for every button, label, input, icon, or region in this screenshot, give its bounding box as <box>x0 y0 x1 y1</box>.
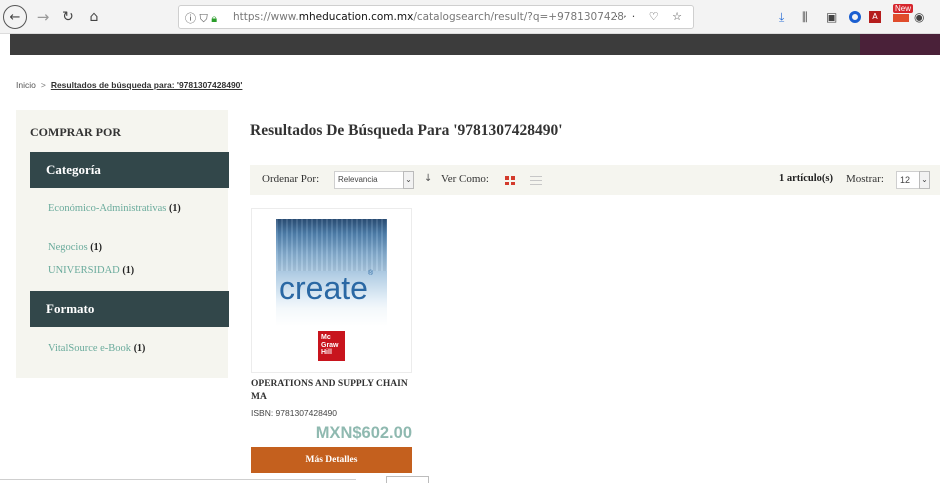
reload-icon: ↻ <box>62 9 74 25</box>
format-filter-header[interactable]: Formato <box>30 291 229 327</box>
lock-icon[interactable]: 🔒︎ <box>211 12 217 25</box>
bottom-partial-box <box>386 476 429 483</box>
cover-logo-text: create® <box>279 270 373 307</box>
url-text[interactable]: https://www.mheducation.com.mx/catalogse… <box>233 11 625 23</box>
filter-negocios[interactable]: Negocios (1) <box>48 240 102 255</box>
home-button[interactable]: ⌂ <box>84 6 104 28</box>
new-badge: New <box>893 4 914 13</box>
logo-line: Graw <box>321 341 339 349</box>
site-header <box>10 34 940 55</box>
extension-icon[interactable] <box>849 11 861 23</box>
chevron-down-icon[interactable]: ⌄ <box>919 171 930 189</box>
logo-line: Mc <box>321 334 331 341</box>
forward-arrow-icon: → <box>36 8 50 26</box>
info-icon[interactable]: ⓘ <box>185 12 196 25</box>
filter-count: (1) <box>169 203 181 214</box>
item-count: 1 artículo(s) <box>779 173 833 184</box>
breadcrumb: Inicio > Resultados de búsqueda para: '978… <box>16 80 242 90</box>
url-security-icons: ⓘ ⛉ 🔒︎ <box>185 10 217 26</box>
product-name[interactable]: OPERATIONS AND SUPPLY CHAIN MA <box>251 378 416 404</box>
new-extension-icon[interactable] <box>893 14 909 22</box>
product-isbn: ISBN: 9781307428490 <box>251 408 338 418</box>
filter-label: Económico-Administrativas <box>48 203 167 214</box>
breadcrumb-separator: > <box>40 80 46 90</box>
filter-universidad[interactable]: UNIVERSIDAD (1) <box>48 263 134 278</box>
show-label: Mostrar: <box>846 173 884 185</box>
breadcrumb-current[interactable]: Resultados de búsqueda para: '9781307428… <box>51 80 243 90</box>
filter-vitalsource-ebook[interactable]: VitalSource e-Book (1) <box>48 341 145 356</box>
cover-word: create <box>279 270 368 306</box>
product-card[interactable]: create® Mc Graw Hill <box>251 208 412 373</box>
filter-count: (1) <box>122 265 135 276</box>
home-icon: ⌂ <box>89 9 99 25</box>
url-prefix: https://www. <box>233 11 299 23</box>
filter-economico-administrativas[interactable]: Económico-Administrativas (1) <box>48 201 223 216</box>
results-toolbar: Ordenar Por: Relevancia ⌄ ↓ Ver Como: 1 … <box>250 165 940 195</box>
grid-view-icon[interactable] <box>505 176 515 185</box>
download-icon[interactable]: ⤓ <box>779 10 784 25</box>
sidebar-heading: COMPRAR POR <box>30 125 121 139</box>
filter-sidebar: COMPRAR POR Categoría Económico-Administ… <box>16 110 229 378</box>
details-button[interactable]: Más Detalles <box>251 447 412 473</box>
product-price: MXN$602.00 <box>315 424 412 442</box>
product-cover-image[interactable]: create® Mc Graw Hill <box>276 219 387 364</box>
cover-reg-mark: ® <box>367 270 374 277</box>
list-view-icon[interactable] <box>530 176 542 185</box>
sort-select[interactable]: Relevancia <box>334 171 414 189</box>
page-title: Resultados De Búsqueda Para '97813074284… <box>250 122 563 139</box>
publisher-logo: Mc Graw Hill <box>318 331 345 361</box>
sort-direction-icon[interactable]: ↓ <box>424 173 432 184</box>
account-icon[interactable]: ◉ <box>914 10 924 24</box>
back-button[interactable]: ← <box>3 5 27 29</box>
filter-label: VitalSource e-Book <box>48 343 132 354</box>
shield-icon[interactable]: ⛉ <box>200 12 208 25</box>
address-bar[interactable]: ⓘ ⛉ 🔒︎ https://www.mheducation.com.mx/ca… <box>178 5 694 29</box>
reload-button[interactable]: ↻ <box>58 6 78 28</box>
item-count-number: 1 artículo(s) <box>779 173 833 184</box>
sort-label: Ordenar Por: <box>262 173 320 185</box>
header-accent <box>860 34 940 55</box>
filter-label: Negocios <box>48 242 88 253</box>
cover-stripes <box>276 219 387 271</box>
view-label: Ver Como: <box>441 173 489 185</box>
url-domain: mheducation.com.mx <box>298 11 414 23</box>
category-filter-header[interactable]: Categoría <box>30 152 229 188</box>
chevron-down-icon[interactable]: ⌄ <box>403 171 414 189</box>
forward-button[interactable]: → <box>34 6 52 28</box>
bottom-partial-field <box>0 479 356 483</box>
library-icon[interactable]: ⫼ <box>802 10 808 25</box>
filter-count: (1) <box>90 242 102 253</box>
breadcrumb-home[interactable]: Inicio <box>16 80 36 90</box>
browser-toolbar: ← → ↻ ⌂ ⓘ ⛉ 🔒︎ https://www.mheducation.c… <box>0 0 940 34</box>
pdf-icon[interactable]: A <box>869 11 881 23</box>
filter-label: UNIVERSIDAD <box>48 265 120 276</box>
back-arrow-icon: ← <box>9 9 21 25</box>
filter-count: (1) <box>133 343 146 354</box>
sidebar-icon[interactable]: ▣ <box>826 10 837 24</box>
logo-line: Hill <box>321 349 332 356</box>
page-actions[interactable]: ··· ♡ ☆ <box>615 10 687 23</box>
url-path: /catalogsearch/result/?q=+9781307428490&… <box>413 11 625 23</box>
